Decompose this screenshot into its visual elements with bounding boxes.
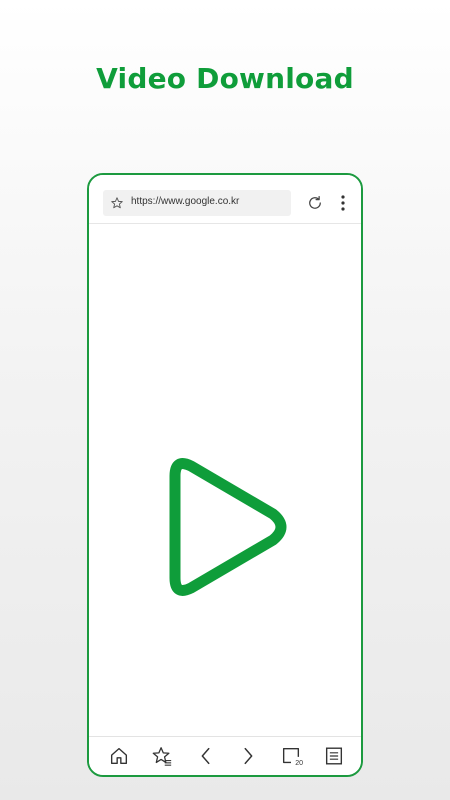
more-vert-icon[interactable]	[340, 194, 346, 212]
home-icon	[110, 747, 128, 765]
reload-icon[interactable]	[306, 194, 324, 212]
tab-count: 20	[295, 760, 303, 767]
chevron-left-icon	[201, 747, 210, 765]
bookmarks-button[interactable]	[151, 745, 173, 767]
headline: Video Download	[96, 62, 354, 95]
chevron-right-icon	[244, 747, 253, 765]
url-text: https://www.google.co.kr	[131, 196, 240, 207]
address-bar: https://www.google.co.kr	[89, 175, 361, 224]
forward-button[interactable]	[237, 745, 259, 767]
play-logo-icon	[169, 458, 287, 596]
tabs-button[interactable]: 20	[280, 745, 303, 767]
home-button[interactable]	[108, 745, 130, 767]
url-field[interactable]: https://www.google.co.kr	[103, 190, 291, 216]
phone-frame: https://www.google.co.kr 20	[87, 173, 363, 777]
web-content[interactable]	[89, 224, 361, 739]
star-icon[interactable]	[110, 196, 124, 210]
bookmark-list-icon	[152, 747, 172, 766]
menu-list-button[interactable]	[323, 745, 345, 767]
back-button[interactable]	[195, 745, 217, 767]
bottom-navigation: 20	[89, 736, 361, 775]
list-icon	[325, 747, 343, 765]
